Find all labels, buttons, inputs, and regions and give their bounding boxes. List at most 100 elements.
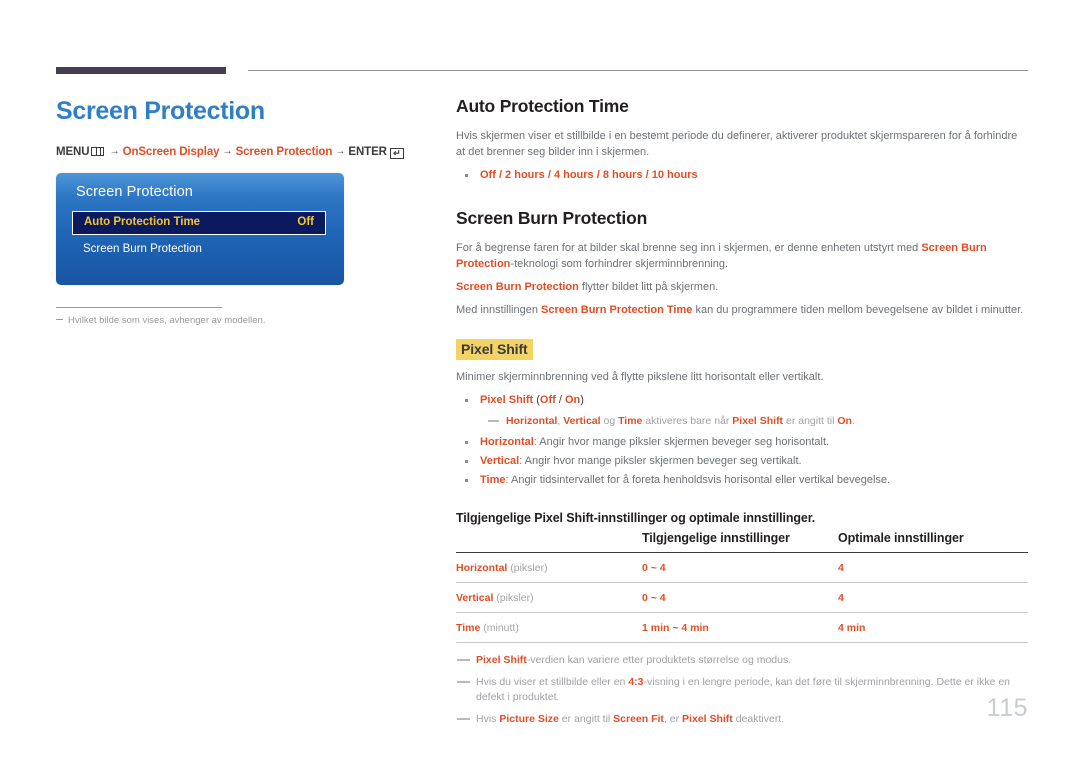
page-title: Screen Protection: [56, 97, 265, 125]
text-run: : Angir hvor mange piksler skjermen beve…: [533, 436, 830, 448]
arrow-icon-3: →: [335, 146, 346, 157]
list-item: Vertical: Angir hvor mange piksler skjer…: [456, 453, 1028, 470]
manual-page: Screen Protection MENU → OnScreen Displa…: [0, 0, 1080, 763]
list-item: Pixel Shift (Off / On): [456, 392, 1028, 409]
text-run: : Angir tidsintervallet for å foreta hen…: [505, 474, 891, 486]
table-row: Vertical (piksler) 0 ~ 4 4: [456, 582, 1028, 613]
text-run-accent: Screen Burn Protection Time: [541, 304, 693, 316]
table-cell-optimal: 4: [838, 552, 1028, 583]
breadcrumb: MENU → OnScreen Display → Screen Protect…: [56, 146, 406, 159]
table-cell-parameter: Horizontal (piksler): [456, 552, 642, 583]
table-row: Horizontal (piksler) 0 ~ 4 4: [456, 552, 1028, 583]
table-header-cell-available: Tilgjengelige innstillinger: [642, 531, 838, 553]
pixel-shift-bullet-list: Pixel Shift (Off / On): [456, 392, 1028, 409]
text-run-accent: On: [564, 394, 581, 406]
header-divider-line: [248, 70, 1028, 71]
table-cell-available: 0 ~ 4: [642, 582, 838, 613]
list-item: Horizontal: Angir hvor mange piksler skj…: [456, 434, 1028, 451]
text-run: Hvis du viser et stillbilde eller en: [476, 676, 629, 688]
subnote-dash-icon: [488, 420, 499, 422]
breadcrumb-step-screen-protection: Screen Protection: [235, 146, 333, 158]
table-cell-parameter: Time (minutt): [456, 612, 642, 643]
section1-paragraph: Hvis skjermen viser et stillbilde i en b…: [456, 130, 1018, 158]
footnote-text: Hvis Picture Size er angitt til Screen F…: [476, 713, 784, 725]
text-run: (piksler): [507, 562, 548, 574]
table-cell-optimal: 4 min: [838, 612, 1028, 643]
menu-grid-icon: [91, 147, 105, 156]
enter-key-icon: ↵: [389, 148, 404, 159]
text-run: Med innstillingen: [456, 304, 541, 316]
text-run: (: [533, 394, 540, 406]
text-run-accent: 4:3: [628, 676, 644, 688]
text-run-accent: Picture Size: [499, 713, 559, 725]
pixel-shift-subnote: Horizontal, Vertical og Time aktiveres b…: [484, 413, 1028, 429]
footnote-dash-icon: [457, 659, 470, 661]
page-number: 115: [986, 694, 1028, 722]
text-run-accent: Screen Fit: [613, 713, 664, 725]
text-run-accent: Horizontal: [506, 415, 558, 427]
text-run: .: [851, 415, 855, 427]
list-item: Off / 2 hours / 4 hours / 8 hours / 10 h…: [456, 167, 1028, 184]
table-header-cell-blank: [456, 531, 642, 553]
text-run-accent: Time: [456, 622, 481, 634]
text-run-accent: Pixel Shift: [682, 713, 733, 725]
note-dash-icon: [56, 318, 63, 320]
text-run: -verdien kan variere etter produktets st…: [526, 654, 792, 666]
osd-item-label: Screen Burn Protection: [83, 243, 202, 255]
text-run: (piksler): [493, 592, 534, 604]
footnote-dash-icon: [457, 681, 470, 683]
osd-panel-title: Screen Protection: [76, 184, 193, 200]
text-run: ): [580, 394, 584, 406]
text-run: og: [600, 415, 619, 427]
footnote: Hvis du viser et stillbilde eller en 4:3…: [456, 675, 1028, 705]
arrow-icon-1: →: [109, 146, 120, 157]
table-cell-optimal: 4: [838, 582, 1028, 613]
text-run: /: [555, 394, 565, 406]
right-column: Auto Protection Time Hvis skjermen viser…: [456, 96, 1028, 734]
osd-item-auto-protection-time[interactable]: Auto Protection Time Off: [72, 211, 326, 235]
text-run-accent: Horizontal: [480, 436, 534, 448]
text-run: er angitt til: [783, 415, 838, 427]
footnote-text: Hvis du viser et stillbilde eller en 4:3…: [476, 676, 1010, 703]
text-run-accent: Vertical: [456, 592, 494, 604]
pixel-shift-intro: Minimer skjerminnbrenning ved å flytte p…: [456, 371, 824, 383]
note-divider: [56, 307, 222, 308]
table-cell-parameter: Vertical (piksler): [456, 582, 642, 613]
text-run: aktiveres bare når: [642, 415, 733, 427]
auto-protection-time-options: Off / 2 hours / 4 hours / 8 hours / 10 h…: [480, 169, 698, 181]
text-run-accent: Vertical: [563, 415, 601, 427]
table-title: Tilgjengelige Pixel Shift-innstillinger …: [456, 511, 816, 525]
table-cell-available: 0 ~ 4: [642, 552, 838, 583]
section1-bullet-list: Off / 2 hours / 4 hours / 8 hours / 10 h…: [456, 167, 1028, 184]
text-run: , er: [663, 713, 683, 725]
text-run: For å begrense faren for at bilder skal …: [456, 242, 922, 254]
pixel-shift-param-list: Horizontal: Angir hvor mange piksler skj…: [456, 434, 1028, 489]
header-accent-bar: [56, 67, 226, 74]
table-cell-available: 1 min ~ 4 min: [642, 612, 838, 643]
osd-item-label: Auto Protection Time: [84, 216, 201, 228]
breadcrumb-menu-label: MENU: [56, 146, 90, 158]
section-heading-screen-burn-protection: Screen Burn Protection: [456, 208, 648, 228]
text-run-accent: Pixel Shift: [732, 415, 784, 427]
text-run: : Angir hvor mange piksler skjermen beve…: [519, 455, 802, 467]
text-run-accent: Pixel Shift: [476, 654, 527, 666]
footnote-list: Pixel Shift-verdien kan variere etter pr…: [456, 653, 1028, 727]
text-run: er angitt til: [558, 713, 614, 725]
footnote: Hvis Picture Size er angitt til Screen F…: [456, 712, 1028, 727]
section2-paragraph-1: For å begrense faren for at bilder skal …: [456, 240, 1028, 272]
text-run: (minutt): [480, 622, 519, 634]
text-run: flytter bildet litt på skjermen.: [578, 281, 719, 293]
section2-paragraph-2: Screen Burn Protection flytter bildet li…: [456, 279, 1028, 295]
text-run: Hvis: [476, 713, 500, 725]
text-run-accent: Horizontal: [456, 562, 508, 574]
text-run-accent: Pixel Shift: [480, 394, 534, 406]
text-run-accent: On: [837, 415, 852, 427]
arrow-icon-2: →: [222, 146, 233, 157]
table-row: Time (minutt) 1 min ~ 4 min 4 min: [456, 612, 1028, 643]
breadcrumb-enter-label: ENTER: [348, 146, 387, 158]
section2-paragraph-3: Med innstillingen Screen Burn Protection…: [456, 302, 1028, 318]
table-header-cell-optimal: Optimale innstillinger: [838, 531, 1028, 553]
text-run-accent: Time: [480, 474, 506, 486]
osd-item-screen-burn-protection[interactable]: Screen Burn Protection: [83, 243, 202, 255]
text-run: deaktivert.: [732, 713, 785, 725]
